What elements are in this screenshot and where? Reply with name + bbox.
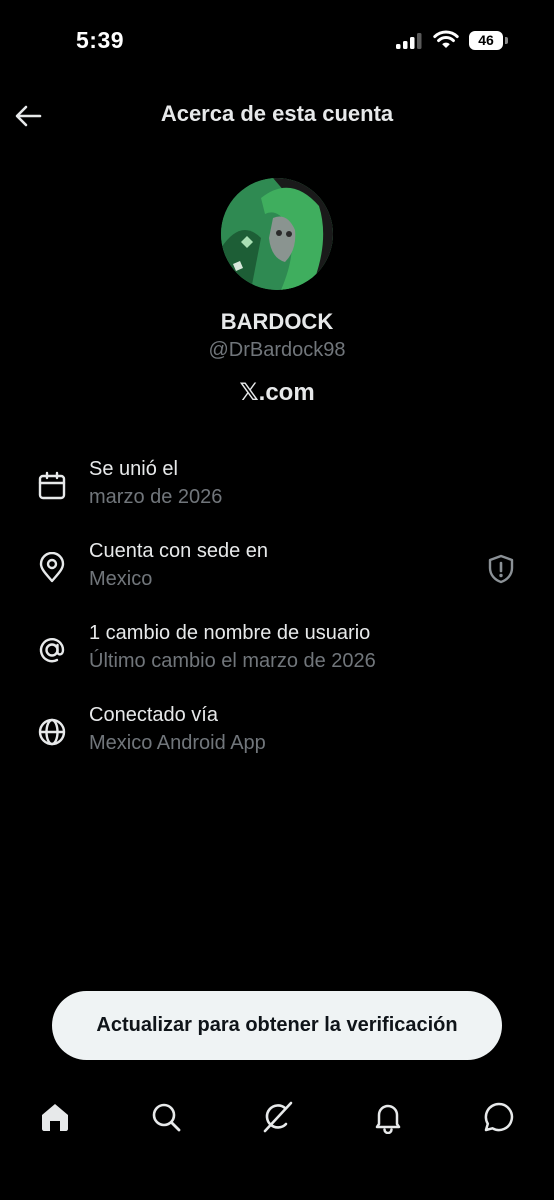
info-row-connected-via: Conectado vía Mexico Android App bbox=[0, 704, 554, 768]
upgrade-verification-button[interactable]: Actualizar para obtener la verificación bbox=[52, 991, 502, 1060]
nav-home[interactable] bbox=[37, 1099, 73, 1135]
connected-via-value: Mexico Android App bbox=[89, 732, 266, 754]
wifi-icon bbox=[433, 30, 459, 48]
info-row-joined: Se unió el marzo de 2026 bbox=[0, 458, 554, 522]
at-sign-icon bbox=[39, 638, 65, 663]
username-changes-label: 1 cambio de nombre de usuario bbox=[89, 622, 371, 644]
info-row-username-changes: 1 cambio de nombre de usuario Último cam… bbox=[0, 622, 554, 686]
nav-grok[interactable] bbox=[259, 1099, 295, 1135]
calendar-icon bbox=[38, 471, 66, 500]
avatar-image bbox=[221, 178, 333, 290]
battery-tip bbox=[505, 37, 508, 44]
notifications-icon bbox=[375, 1104, 401, 1134]
bottom-nav bbox=[0, 1085, 554, 1149]
location-value: Mexico bbox=[89, 568, 153, 590]
search-icon bbox=[152, 1103, 181, 1132]
battery-indicator: 46 bbox=[469, 31, 503, 50]
status-time: 5:39 bbox=[76, 27, 125, 53]
username-changes-value: Último cambio el marzo de 2026 bbox=[89, 650, 376, 672]
location-label: Cuenta con sede en bbox=[89, 540, 269, 562]
joined-value: marzo de 2026 bbox=[89, 486, 223, 508]
globe-icon bbox=[38, 718, 66, 746]
page-title: Acerca de esta cuenta bbox=[160, 101, 394, 126]
messages-icon bbox=[484, 1102, 514, 1132]
user-handle: @DrBardock98 bbox=[208, 339, 346, 361]
info-row-location: Cuenta con sede en Mexico bbox=[0, 540, 554, 604]
connected-via-label: Conectado vía bbox=[89, 704, 218, 726]
home-icon bbox=[42, 1104, 68, 1131]
nav-messages[interactable] bbox=[481, 1099, 517, 1135]
nav-search[interactable] bbox=[148, 1099, 184, 1135]
location-pin-icon bbox=[39, 552, 65, 583]
header: Acerca de esta cuenta bbox=[0, 88, 554, 142]
nav-notifications[interactable] bbox=[370, 1099, 406, 1135]
shield-icon[interactable] bbox=[487, 554, 515, 584]
status-bar: 5:39 46 bbox=[0, 0, 554, 80]
x-com-label: 𝕏.com bbox=[239, 379, 315, 406]
grok-icon bbox=[263, 1101, 293, 1133]
joined-label: Se unió el bbox=[89, 458, 178, 480]
signal-icon bbox=[396, 33, 422, 49]
avatar[interactable] bbox=[221, 178, 333, 290]
display-name: BARDOCK bbox=[220, 309, 334, 334]
